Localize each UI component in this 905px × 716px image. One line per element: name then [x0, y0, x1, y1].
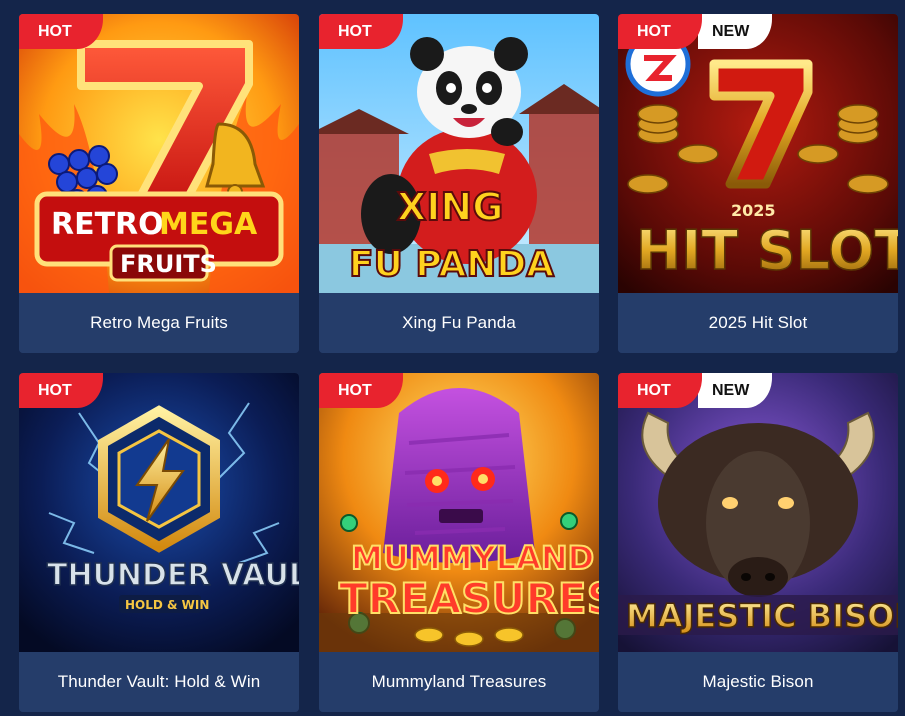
art-text: RETRO	[51, 207, 164, 242]
game-card-2025-hit-slot[interactable]: 2025 HIT SLOT HOT NEW 2025 Hit Slot	[618, 14, 898, 353]
art-text: XING	[397, 185, 503, 229]
game-title[interactable]: Retro Mega Fruits	[19, 293, 299, 353]
game-art-mummyland-treasures: MUMMYLAND TREASURES	[319, 373, 599, 652]
art-text: TREASURES	[339, 574, 599, 623]
game-grid: RETRO MEGA FRUITS HOT Retro Mega Fruits	[0, 0, 905, 716]
art-text: MUMMYLAND	[351, 539, 594, 577]
art-text: 2025	[731, 201, 776, 220]
game-thumbnail[interactable]: MUMMYLAND TREASURES	[319, 373, 599, 652]
hot-badge: HOT	[19, 14, 103, 49]
game-card-retro-mega-fruits[interactable]: RETRO MEGA FRUITS HOT Retro Mega Fruits	[19, 14, 299, 353]
art-text: FRUITS	[120, 250, 217, 278]
game-title[interactable]: Thunder Vault: Hold & Win	[19, 652, 299, 712]
art-text: HIT SLOT	[636, 219, 898, 282]
hot-badge: HOT	[19, 373, 103, 408]
mummy-icon	[383, 388, 535, 563]
game-thumbnail[interactable]: XING FU PANDA	[319, 14, 599, 293]
art-text: HOLD & WIN	[125, 598, 209, 612]
hot-badge: HOT	[618, 373, 702, 408]
game-title[interactable]: Mummyland Treasures	[319, 652, 599, 712]
art-text: THUNDER VAULT	[47, 558, 299, 593]
game-title[interactable]: Xing Fu Panda	[319, 293, 599, 353]
game-art-2025-hit-slot: 2025 HIT SLOT	[618, 14, 898, 293]
game-art-majestic-bison: MAJESTIC BISON	[618, 373, 898, 652]
game-card-mummyland-treasures[interactable]: MUMMYLAND TREASURES HOT Mummyland Treasu…	[319, 373, 599, 712]
game-thumbnail[interactable]: 2025 HIT SLOT	[618, 14, 898, 293]
art-text: FU PANDA	[349, 244, 554, 285]
game-thumbnail[interactable]: RETRO MEGA FRUITS	[19, 14, 299, 293]
game-thumbnail[interactable]: MAJESTIC BISON	[618, 373, 898, 652]
game-card-majestic-bison[interactable]: MAJESTIC BISON HOT NEW Majestic Bison	[618, 373, 898, 712]
game-art-thunder-vault: THUNDER VAULT HOLD & WIN	[19, 373, 299, 652]
hot-badge: HOT	[618, 14, 702, 49]
game-card-thunder-vault[interactable]: THUNDER VAULT HOLD & WIN HOT Thunder Vau…	[19, 373, 299, 712]
game-thumbnail[interactable]: THUNDER VAULT HOLD & WIN	[19, 373, 299, 652]
game-title[interactable]: Majestic Bison	[618, 652, 898, 712]
hot-badge: HOT	[319, 14, 403, 49]
game-title[interactable]: 2025 Hit Slot	[618, 293, 898, 353]
game-card-xing-fu-panda[interactable]: XING FU PANDA HOT Xing Fu Panda	[319, 14, 599, 353]
art-text: MAJESTIC BISON	[626, 597, 898, 635]
game-art-retro-mega-fruits: RETRO MEGA FRUITS	[19, 14, 299, 293]
hot-badge: HOT	[319, 373, 403, 408]
art-text: MEGA	[159, 207, 258, 242]
game-art-xing-fu-panda: XING FU PANDA	[319, 14, 599, 293]
